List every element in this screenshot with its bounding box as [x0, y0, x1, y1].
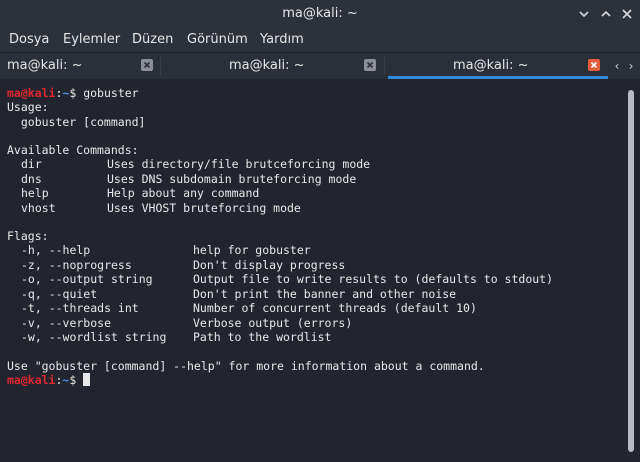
- flag-desc: Path to the wordlist: [193, 330, 332, 344]
- flag-name: -z, --noprogress: [21, 258, 132, 272]
- menu-yardim[interactable]: Yardım: [260, 32, 304, 47]
- flag-name: -v, --verbose: [21, 316, 112, 330]
- tab-2[interactable]: ma@kali: ~: [161, 53, 383, 79]
- flag-desc: Don't print the banner and other noise: [193, 287, 457, 301]
- command-text: gobuster: [76, 86, 139, 100]
- prompt-line: ma@kali:~$ gobuster: [7, 86, 139, 101]
- maximize-icon[interactable]: [599, 7, 613, 21]
- flag-desc: help for gobuster: [193, 243, 311, 257]
- terminal-window: ma@kali: ~ Dosya Eylemler Düzen Görünüm …: [0, 0, 640, 462]
- flag-row: -q, --quiet Don't print the banner and ot…: [7, 287, 613, 302]
- menu-gorunum[interactable]: Görünüm: [187, 32, 248, 47]
- tab-1[interactable]: ma@kali: ~: [0, 53, 160, 79]
- close-icon[interactable]: [620, 7, 634, 21]
- command-name: dir: [21, 157, 42, 171]
- flag-row: -t, --threads int Number of concurrent th…: [7, 301, 613, 316]
- flag-row: -h, --help help for gobuster: [7, 243, 613, 258]
- tab-bar: ma@kali: ~ ma@kali: ~ ma@kali: ~ ‹ ›: [0, 52, 640, 79]
- command-desc: Uses VHOST bruteforcing mode: [107, 201, 301, 215]
- flag-name: -o, --output string: [21, 272, 153, 286]
- tab-2-close-icon[interactable]: [364, 59, 376, 71]
- command-name: help: [21, 186, 49, 200]
- command-row: dns Uses DNS subdomain bruteforcing mode: [7, 172, 607, 187]
- menu-dosya[interactable]: Dosya: [9, 32, 49, 47]
- help-footer: Use "gobuster [command] --help" for more…: [7, 359, 485, 373]
- usage-line: gobuster [command]: [7, 115, 146, 129]
- flag-desc: Verbose output (errors): [193, 316, 353, 330]
- flag-desc: Output file to write results to (default…: [193, 272, 554, 286]
- flag-desc: Don't display progress: [193, 258, 346, 272]
- flag-row: -z, --noprogress Don't display progress: [7, 258, 613, 273]
- flag-name: -h, --help: [21, 243, 91, 257]
- prompt-symbol: $: [69, 373, 77, 387]
- prompt-user: ma@kali: [7, 373, 56, 387]
- scrollbar-thumb[interactable]: [628, 90, 634, 452]
- tab-scroll-right-icon[interactable]: ›: [625, 58, 637, 74]
- tab-3-close-icon[interactable]: [588, 59, 600, 71]
- command-row: dir Uses directory/file brutceforcing mod…: [7, 157, 607, 172]
- tab-3-label: ma@kali: ~: [453, 58, 529, 73]
- menu-eylemler[interactable]: Eylemler: [63, 32, 120, 47]
- commands-header: Available Commands:: [7, 143, 139, 157]
- tab-scroll-left-icon[interactable]: ‹: [611, 58, 623, 74]
- title-bar[interactable]: ma@kali: ~: [0, 0, 640, 28]
- command-desc: Uses DNS subdomain bruteforcing mode: [107, 172, 357, 186]
- terminal-output[interactable]: ma@kali:~$ gobuster Usage: gobuster [com…: [0, 80, 620, 462]
- prompt-user: ma@kali: [7, 86, 56, 100]
- tab-1-label: ma@kali: ~: [7, 58, 83, 73]
- flag-row: -o, --output string Output file to write …: [7, 272, 613, 287]
- menu-bar: Dosya Eylemler Düzen Görünüm Yardım: [0, 28, 640, 52]
- menu-duzen[interactable]: Düzen: [132, 32, 173, 47]
- flag-name: -t, --threads int: [21, 301, 139, 315]
- tab-2-label: ma@kali: ~: [229, 58, 305, 73]
- active-tab-indicator: [388, 76, 608, 79]
- command-row: help Help about any command: [7, 186, 607, 201]
- flag-row: -w, --wordlist string Path to the wordlis…: [7, 330, 613, 345]
- vertical-scrollbar[interactable]: [624, 80, 640, 462]
- window-title: ma@kali: ~: [282, 6, 358, 21]
- command-name: vhost: [21, 201, 56, 215]
- minimize-icon[interactable]: [577, 7, 591, 21]
- flags-header: Flags:: [7, 229, 49, 243]
- flag-name: -w, --wordlist string: [21, 330, 167, 344]
- tab-1-close-icon[interactable]: [141, 59, 153, 71]
- command-row: vhost Uses VHOST bruteforcing mode: [7, 201, 607, 216]
- command-name: dns: [21, 172, 42, 186]
- flag-desc: Number of concurrent threads (default 10…: [193, 301, 477, 315]
- usage-header: Usage:: [7, 100, 49, 114]
- flag-name: -q, --quiet: [21, 287, 98, 301]
- flag-row: -v, --verbose Verbose output (errors): [7, 316, 613, 331]
- prompt-line: ma@kali:~$: [7, 373, 91, 388]
- command-desc: Help about any command: [107, 186, 260, 200]
- command-desc: Uses directory/file brutceforcing mode: [107, 157, 371, 171]
- text-cursor: [83, 373, 91, 386]
